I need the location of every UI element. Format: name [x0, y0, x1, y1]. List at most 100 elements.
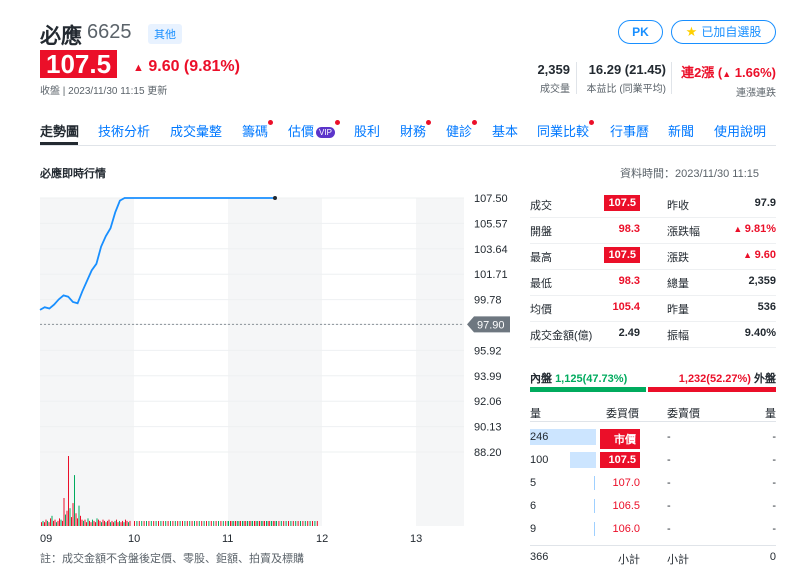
volume-bar — [290, 521, 292, 526]
quote-value: 97.9 — [755, 197, 776, 209]
volume-bar — [177, 521, 179, 526]
pe-label: 本益比 (同業平均) — [586, 84, 666, 95]
intraday-chart[interactable]: 107.50 105.57 103.64 101.71 99.78 97.90 95.92 9… — [39, 190, 510, 545]
volume-bar — [283, 521, 285, 526]
tab-chips-label: 籌碼 — [242, 124, 269, 139]
volume-bar — [242, 521, 244, 526]
tab-technical[interactable]: 技術分析 — [98, 121, 150, 140]
quote-row: 最低 98.3 總量 2,359 — [530, 270, 776, 296]
order-book-row: 246 市價 - - — [530, 428, 776, 450]
bid-price[interactable]: 106.0 — [600, 523, 640, 535]
volume-bar — [105, 522, 107, 526]
volume-bar — [264, 521, 265, 526]
volume-bar — [42, 520, 44, 526]
quote-label: 最高 — [530, 252, 552, 264]
x-tick-label: 11 — [222, 533, 233, 545]
ask-price[interactable]: - — [667, 477, 671, 489]
tab-valuation[interactable]: 估價 VIP — [288, 120, 340, 140]
quote-label: 總量 — [667, 278, 689, 290]
volume-bar — [228, 521, 229, 526]
volume-bar — [125, 519, 126, 526]
volume-bar — [297, 521, 299, 526]
tab-dividend[interactable]: 股利 — [354, 121, 380, 140]
tab-basic[interactable]: 基本 — [492, 121, 518, 140]
volume-bar — [198, 521, 200, 526]
volume-bar — [210, 521, 212, 526]
tab-health[interactable]: 健診 — [446, 120, 478, 140]
order-book-row: 100 107.5 - - — [530, 451, 776, 473]
add-watchlist-button[interactable]: ★ 已加自選股 — [671, 20, 776, 44]
bid-price[interactable]: 106.5 — [600, 500, 640, 512]
volume-bar — [244, 521, 246, 526]
ask-price[interactable]: - — [667, 523, 671, 535]
bid-qty-header: 量 — [530, 408, 541, 420]
volume-bar — [48, 522, 50, 526]
volume-bar — [203, 521, 205, 526]
volume-bar — [196, 521, 198, 526]
volume-bar — [78, 505, 80, 526]
stock-code: 6625 — [87, 21, 132, 43]
ask-price[interactable]: - — [667, 500, 671, 512]
y-tick-label: 92.06 — [474, 396, 502, 408]
tab-calendar[interactable]: 行事曆 — [610, 121, 649, 140]
watchlist-label: 已加自選股 — [701, 25, 762, 39]
ask-total: 0 — [769, 551, 776, 563]
header-stat-streak: 連2漲 (▲ 1.66%) 連漲連跌 — [676, 62, 776, 99]
ask-price[interactable]: - — [667, 454, 671, 466]
bid-price[interactable]: 107.0 — [600, 477, 640, 489]
quote-label: 均價 — [530, 304, 552, 316]
tab-help[interactable]: 使用說明 — [714, 121, 766, 140]
volume-bar — [59, 518, 60, 526]
volume-bar — [57, 520, 59, 526]
volume-bar — [189, 521, 191, 526]
volume-bar — [45, 519, 47, 526]
ask-qty: - — [772, 454, 776, 466]
volume-bar — [77, 518, 78, 526]
quote-row: 開盤 98.3 漲跌幅 ▲ 9.81% — [530, 218, 776, 244]
bid-price[interactable]: 市價 — [600, 429, 640, 449]
in-volume-bar — [530, 387, 646, 392]
ask-qty-header: 量 — [765, 408, 776, 420]
volume-bar — [160, 521, 162, 526]
volume-bar — [63, 498, 65, 526]
volume-bar — [280, 521, 282, 526]
tab-peers[interactable]: 同業比較 — [537, 120, 595, 140]
volume-bar — [86, 522, 87, 526]
quote-value: 9.40% — [745, 327, 776, 339]
quote-row: 成交 107.5 昨收 97.9 — [530, 192, 776, 218]
volume-bar — [92, 519, 93, 526]
out-pct: (52.27%) — [706, 373, 751, 385]
volume-bar — [153, 521, 155, 526]
streak-value: 連2漲 (▲ 1.66%) — [676, 62, 776, 81]
volume-bar — [66, 510, 68, 526]
volume-bar — [111, 520, 113, 526]
category-badge[interactable]: 其他 — [148, 24, 182, 44]
volume-bar — [285, 521, 287, 526]
pk-button[interactable]: PK — [618, 20, 663, 44]
quote-row: 成交金額(億) 2.49 振幅 9.40% — [530, 322, 776, 348]
current-price: 107.5 — [40, 50, 118, 78]
volume-bar — [307, 521, 309, 526]
volume-bar — [254, 521, 256, 526]
volume-bar — [120, 522, 122, 526]
bid-volume-bar — [594, 522, 595, 536]
tab-news[interactable]: 新聞 — [668, 121, 694, 140]
tab-trend[interactable]: 走勢圖 — [40, 121, 79, 140]
tab-chips[interactable]: 籌碼 — [242, 120, 274, 140]
volume-bar — [90, 522, 92, 526]
ask-price[interactable]: - — [667, 431, 671, 443]
volume-bar — [266, 521, 268, 526]
tab-trades[interactable]: 成交彙整 — [170, 121, 222, 140]
bid-price[interactable]: 107.5 — [600, 452, 640, 468]
volume-bar — [110, 522, 111, 526]
tab-financials[interactable]: 財務 — [400, 120, 432, 140]
quote-value: 536 — [758, 301, 776, 313]
bid-qty: 246 — [530, 431, 549, 443]
volume-bar — [119, 520, 120, 526]
x-tick-label: 13 — [410, 533, 422, 545]
volume-bar — [213, 521, 215, 526]
quote-label: 漲跌幅 — [667, 226, 700, 238]
ask-subtotal-label: 小計 — [667, 554, 689, 566]
volume-bar — [53, 520, 54, 526]
vip-badge: VIP — [316, 127, 335, 138]
